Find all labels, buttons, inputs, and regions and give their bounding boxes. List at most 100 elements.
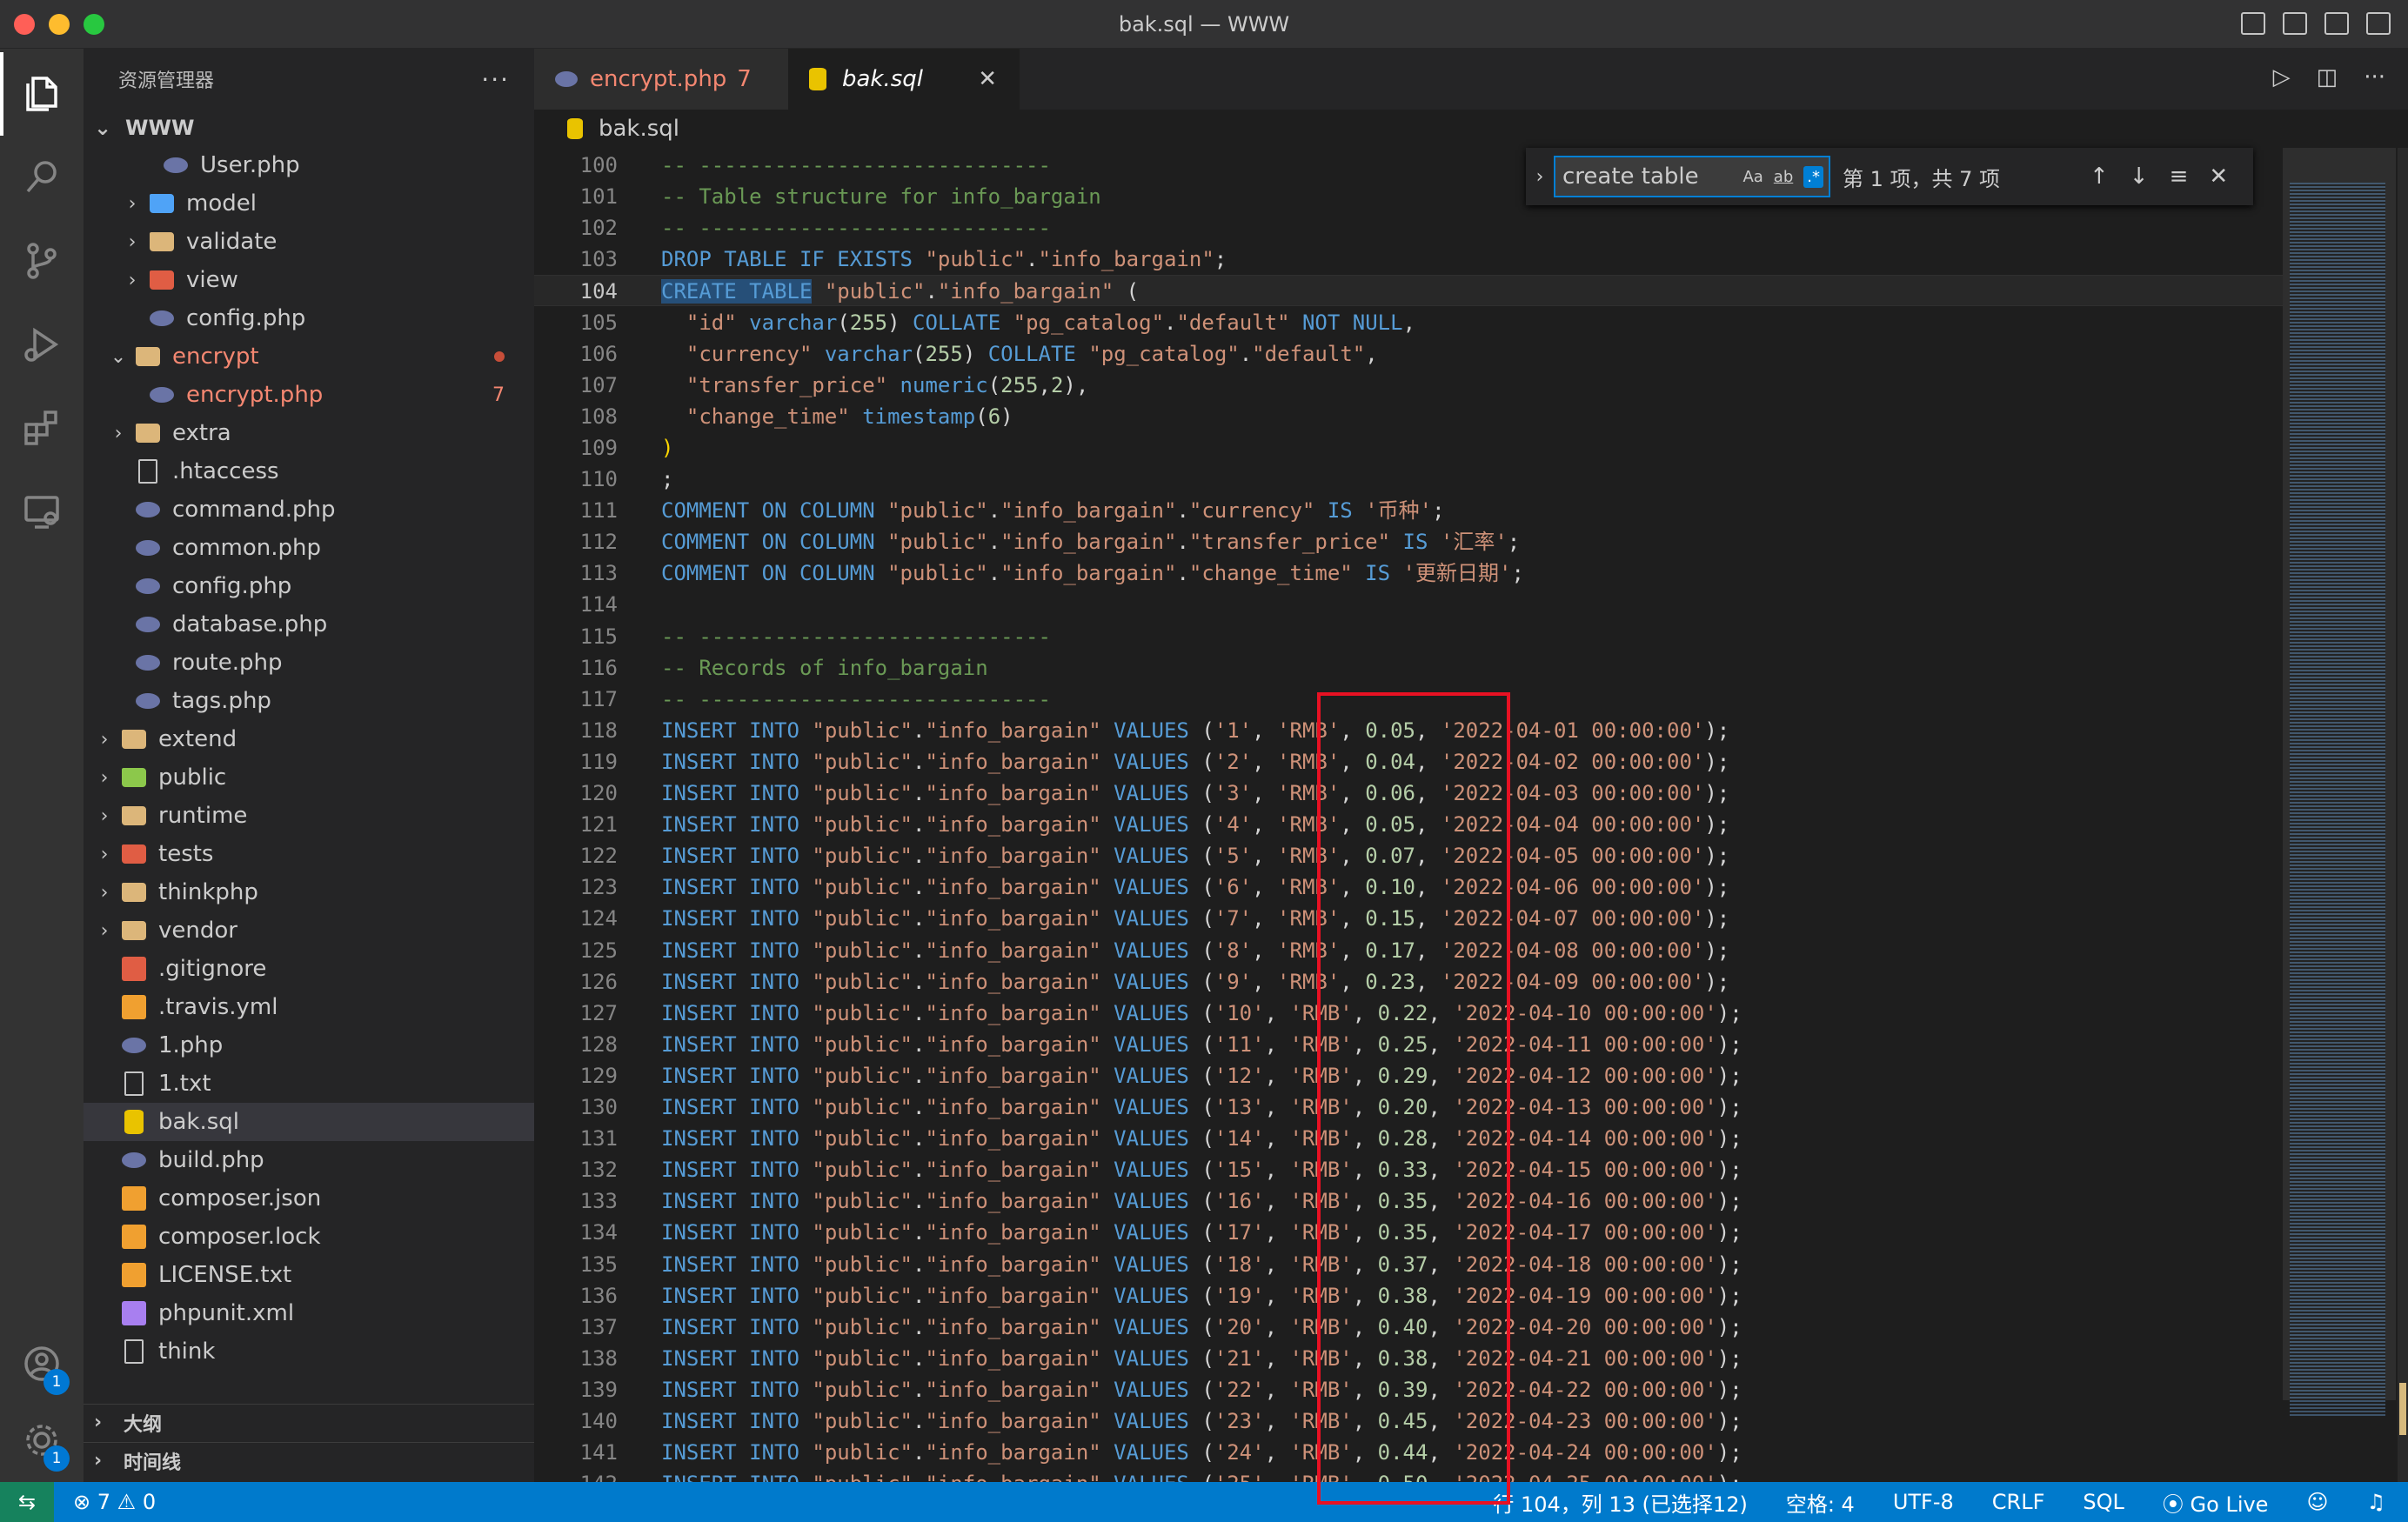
tree-item-runtime[interactable]: › runtime bbox=[84, 797, 534, 835]
code-line[interactable]: 114 bbox=[534, 589, 2283, 620]
code-line[interactable]: 112 COMMENT ON COLUMN "public"."info_barg… bbox=[534, 526, 2283, 557]
encoding[interactable]: UTF-8 bbox=[1893, 1490, 1954, 1514]
cursor-position[interactable]: 行 104，列 13 (已选择12) bbox=[1493, 1487, 1748, 1518]
notifications-bell-icon[interactable]: ♫ bbox=[2366, 1490, 2385, 1514]
workspace-root[interactable]: ⌄ WWW bbox=[84, 110, 534, 146]
minimap[interactable] bbox=[2283, 148, 2408, 1482]
tree-item-common-php[interactable]: common.php bbox=[84, 529, 534, 567]
tab-encrypt-php[interactable]: encrypt.php 7 bbox=[534, 49, 788, 110]
code-line[interactable]: 115 -- ---------------------------- bbox=[534, 621, 2283, 652]
tree-item-thinkphp[interactable]: › thinkphp bbox=[84, 873, 534, 911]
tree-item-extend[interactable]: › extend bbox=[84, 720, 534, 758]
line-code: INSERT INTO "public"."info_bargain" VALU… bbox=[661, 1126, 1742, 1152]
code-line[interactable]: 106 "currency" varchar(255) COLLATE "pg_… bbox=[534, 338, 2283, 370]
more-actions-icon[interactable]: ··· bbox=[481, 65, 510, 94]
remote-explorer-icon[interactable] bbox=[0, 470, 84, 553]
split-editor-icon[interactable]: ◫ bbox=[2317, 64, 2338, 90]
tree-item-build-php[interactable]: build.php bbox=[84, 1141, 534, 1179]
end-of-line[interactable]: CRLF bbox=[1992, 1490, 2045, 1514]
code-line[interactable]: 111 COMMENT ON COLUMN "public"."info_barg… bbox=[534, 495, 2283, 526]
tree-item-composer-json[interactable]: composer.json bbox=[84, 1179, 534, 1218]
tab-bak-sql[interactable]: bak.sql ✕ bbox=[788, 49, 1020, 110]
line-number: 138 bbox=[579, 1345, 618, 1371]
tree-item-public[interactable]: › public bbox=[84, 758, 534, 797]
tree-item-travis-yml[interactable]: .travis.yml bbox=[84, 988, 534, 1026]
tree-item-think[interactable]: think bbox=[84, 1332, 534, 1371]
tree-item-database-php[interactable]: database.php bbox=[84, 605, 534, 644]
tree-item-view[interactable]: › view bbox=[84, 261, 534, 299]
accounts-icon[interactable]: 1 bbox=[0, 1322, 84, 1405]
vertical-scrollbar[interactable] bbox=[2398, 148, 2408, 1482]
find-input[interactable]: create table Aa ab .* bbox=[1554, 156, 1830, 197]
tree-item-user-php[interactable]: User.php bbox=[84, 146, 534, 184]
explorer-icon[interactable] bbox=[0, 52, 84, 136]
line-code: "transfer_price" numeric(255,2), bbox=[686, 372, 1089, 397]
tree-item-config-php[interactable]: config.php bbox=[84, 299, 534, 337]
code-line[interactable]: 105 "id" varchar(255) COLLATE "pg_catalo… bbox=[534, 307, 2283, 338]
tree-item-route-php[interactable]: route.php bbox=[84, 644, 534, 682]
find-in-selection-icon[interactable]: ≡ bbox=[2170, 164, 2189, 190]
code-line[interactable]: 103 DROP TABLE IF EXISTS "public"."info_b… bbox=[534, 244, 2283, 275]
tree-item-validate[interactable]: › validate bbox=[84, 223, 534, 261]
tree-item-encrypt[interactable]: ⌄ encrypt bbox=[84, 337, 534, 376]
tree-item-tags-php[interactable]: tags.php bbox=[84, 682, 534, 720]
source-control-icon[interactable] bbox=[0, 219, 84, 303]
remote-indicator-icon[interactable]: ⇆ bbox=[0, 1482, 54, 1522]
code-line[interactable]: 109) bbox=[534, 432, 2283, 464]
tree-item-composer-lock[interactable]: composer.lock bbox=[84, 1218, 534, 1256]
language-mode[interactable]: SQL bbox=[2083, 1490, 2124, 1514]
tree-item-bak-sql[interactable]: bak.sql bbox=[84, 1103, 534, 1141]
tree-item-extra[interactable]: › extra bbox=[84, 414, 534, 452]
tree-item-vendor[interactable]: › vendor bbox=[84, 911, 534, 950]
use-regex-icon[interactable]: .* bbox=[1803, 165, 1823, 188]
code-line[interactable]: 113 COMMENT ON COLUMN "public"."info_barg… bbox=[534, 557, 2283, 589]
toggle-panel-icon[interactable] bbox=[2283, 12, 2307, 35]
tree-item-1-php[interactable]: 1.php bbox=[84, 1026, 534, 1065]
close-icon[interactable]: ✕ bbox=[2209, 164, 2228, 190]
code-line[interactable]: 108 "change_time" timestamp(6) bbox=[534, 401, 2283, 432]
feedback-icon[interactable]: ☺ bbox=[2306, 1490, 2328, 1514]
tree-item-gitignore[interactable]: .gitignore bbox=[84, 950, 534, 988]
tree-item-model[interactable]: › model bbox=[84, 184, 534, 223]
tree-item-label: runtime bbox=[158, 803, 248, 829]
breadcrumb-file[interactable]: bak.sql bbox=[599, 116, 679, 142]
tree-item-label: command.php bbox=[172, 497, 336, 523]
outline-label: 大纲 bbox=[124, 1413, 163, 1436]
tree-item-encrypt-php[interactable]: encrypt.php 7 bbox=[84, 376, 534, 414]
error-count: 7 bbox=[97, 1490, 111, 1514]
problems-status[interactable]: ⊗ 7 ⚠ 0 bbox=[73, 1490, 156, 1514]
match-case-icon[interactable]: Aa bbox=[1742, 168, 1763, 186]
code-line[interactable]: 102 -- ---------------------------- bbox=[534, 212, 2283, 244]
tree-item-phpunit-xml[interactable]: phpunit.xml bbox=[84, 1294, 534, 1332]
extensions-icon[interactable] bbox=[0, 386, 84, 470]
toggle-sidebar-icon[interactable] bbox=[2241, 12, 2265, 35]
tree-item-license-txt[interactable]: LICENSE.txt bbox=[84, 1256, 534, 1294]
run-icon[interactable]: ▷ bbox=[2273, 64, 2291, 90]
tree-item-htaccess[interactable]: .htaccess bbox=[84, 452, 534, 491]
match-whole-word-icon[interactable]: ab bbox=[1774, 168, 1793, 186]
tree-item-1-txt[interactable]: 1.txt bbox=[84, 1065, 534, 1103]
code-line[interactable]: 104 CREATE TABLE "public"."info_bargain" … bbox=[534, 275, 2283, 307]
customize-layout-icon[interactable] bbox=[2366, 12, 2391, 35]
run-debug-icon[interactable] bbox=[0, 303, 84, 386]
code-line[interactable]: 116 -- Records of info_bargain bbox=[534, 652, 2283, 684]
tree-item-command-php[interactable]: command.php bbox=[84, 491, 534, 529]
more-actions-icon[interactable]: ··· bbox=[2364, 64, 2385, 90]
tree-item-label: 1.php bbox=[158, 1032, 224, 1058]
previous-match-icon[interactable]: ↑ bbox=[2090, 164, 2109, 190]
tree-item-tests[interactable]: › tests bbox=[84, 835, 534, 873]
search-icon[interactable] bbox=[0, 136, 84, 219]
toggle-secondary-sidebar-icon[interactable] bbox=[2324, 12, 2349, 35]
scrollbar-marker bbox=[2399, 1383, 2406, 1435]
settings-gear-icon[interactable]: 1 bbox=[0, 1399, 84, 1482]
timeline-section[interactable]: › 时间线 bbox=[84, 1442, 534, 1479]
indentation[interactable]: 空格: 4 bbox=[1786, 1487, 1855, 1518]
code-line[interactable]: 110; bbox=[534, 464, 2283, 495]
close-icon[interactable]: ✕ bbox=[978, 66, 997, 92]
next-match-icon[interactable]: ↓ bbox=[2130, 164, 2149, 190]
go-live-button[interactable]: ⦿ Go Live bbox=[2163, 1487, 2269, 1518]
code-line[interactable]: 107 "transfer_price" numeric(255,2), bbox=[534, 370, 2283, 401]
outline-section[interactable]: › 大纲 bbox=[84, 1404, 534, 1440]
tree-item-config-php[interactable]: config.php bbox=[84, 567, 534, 605]
toggle-replace-chevron-icon[interactable]: › bbox=[1526, 166, 1554, 188]
